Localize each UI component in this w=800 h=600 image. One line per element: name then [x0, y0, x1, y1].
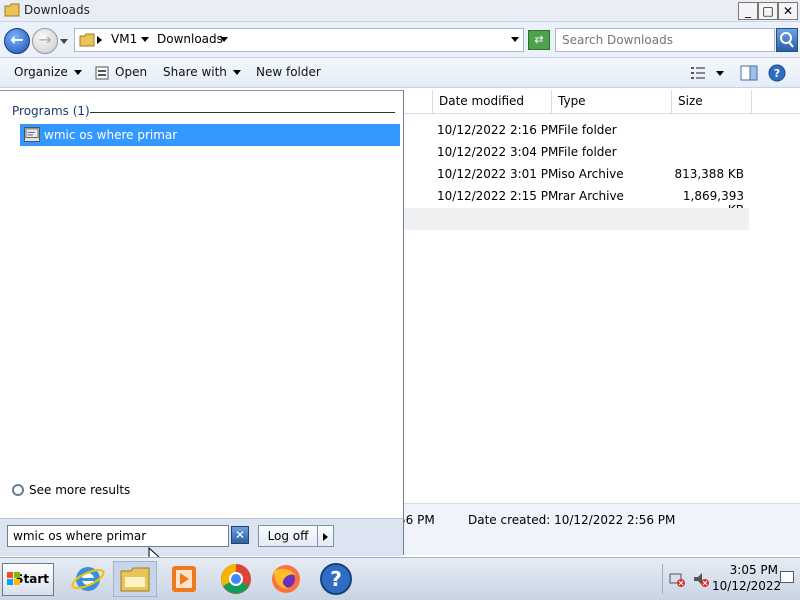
crumb-arrow-icon[interactable] [97, 32, 102, 46]
folder-icon [4, 3, 20, 17]
file-row[interactable]: 10/12/2022 2:16 PM File folder [404, 120, 749, 142]
file-row-faded[interactable] [404, 208, 749, 230]
file-date: 10/12/2022 3:01 PM [437, 167, 559, 181]
see-more-results-link[interactable]: See more results [12, 483, 130, 497]
clear-search-icon[interactable]: ✕ [231, 526, 249, 544]
media-player-icon[interactable] [162, 561, 206, 597]
view-options-icon[interactable] [690, 66, 706, 80]
program-icon [24, 127, 40, 142]
organize-button[interactable]: Organize [14, 65, 82, 79]
start-search-input[interactable] [11, 527, 226, 545]
column-type[interactable]: Type [551, 90, 671, 114]
volume-muted-icon[interactable] [692, 570, 710, 588]
search-input[interactable] [560, 30, 770, 50]
tray-divider [662, 564, 664, 594]
address-box[interactable]: VM1 Downloads [74, 28, 524, 52]
program-result-label: wmic os where primar [44, 128, 178, 142]
breadcrumb-vm1[interactable]: VM1 [111, 32, 137, 46]
chevron-right-icon [323, 533, 328, 541]
start-menu: Programs (1) wmic os where primar See mo… [0, 90, 404, 556]
history-dropdown-icon[interactable] [60, 39, 68, 44]
file-type: iso Archive [558, 167, 624, 181]
network-error-icon[interactable] [668, 570, 686, 588]
show-desktop-button[interactable] [780, 571, 794, 583]
shutdown-options-button[interactable] [318, 525, 334, 547]
details-pane: 56 PM Date created: 10/12/2022 2:56 PM [398, 503, 800, 555]
file-row[interactable]: 10/12/2022 2:15 PM rar Archive 1,869,393… [404, 186, 749, 217]
crumb-dropdown-icon[interactable] [220, 32, 228, 46]
log-off-button[interactable]: Log off [258, 525, 318, 547]
new-folder-button[interactable]: New folder [256, 65, 321, 79]
start-menu-bottom: ✕ Log off [0, 518, 403, 556]
file-type: rar Archive [558, 189, 624, 203]
column-size[interactable]: Size [671, 90, 751, 114]
file-date: 10/12/2022 2:15 PM [437, 189, 559, 203]
open-button[interactable]: Open [115, 65, 147, 79]
programs-divider [90, 112, 395, 113]
maximize-button[interactable]: □ [758, 2, 778, 20]
open-icon [95, 66, 109, 80]
file-row[interactable]: 10/12/2022 3:01 PM iso Archive 813,388 K… [404, 164, 749, 186]
programs-header: Programs (1) [12, 104, 90, 118]
close-button[interactable]: ✕ [778, 2, 798, 20]
preview-pane-icon[interactable] [740, 65, 758, 81]
minimize-button[interactable]: _ [738, 2, 758, 20]
column-extra[interactable] [751, 90, 800, 114]
command-toolbar: Organize Open Share with New folder ? [0, 58, 800, 88]
address-dropdown-icon[interactable] [511, 32, 519, 46]
start-button[interactable]: Start [2, 563, 54, 596]
clock-date: 10/12/2022 [712, 579, 782, 593]
windows-explorer-icon[interactable] [113, 561, 157, 597]
file-size: 813,388 KB [674, 167, 744, 181]
clock-time: 3:05 PM [729, 563, 778, 577]
column-date-modified[interactable]: Date modified [432, 90, 552, 114]
search-icon[interactable] [776, 28, 798, 52]
chrome-icon[interactable] [214, 561, 258, 597]
file-date: 10/12/2022 3:04 PM [437, 145, 559, 159]
search-box[interactable] [555, 28, 775, 52]
clock[interactable]: 3:05 PM 10/12/2022 [712, 562, 782, 594]
column-headers: Date modified Type Size [404, 90, 800, 114]
file-row[interactable]: 10/12/2022 3:04 PM File folder [404, 142, 749, 164]
file-type: File folder [558, 145, 617, 159]
help-icon[interactable]: ? [314, 561, 358, 597]
breadcrumb-downloads[interactable]: Downloads [157, 32, 223, 46]
window-title: Downloads [24, 3, 90, 17]
taskbar: Start ? 3:05 PM 10/12/2022 [0, 557, 800, 600]
crumb-dropdown-icon[interactable] [141, 32, 149, 46]
forward-button[interactable]: → [32, 28, 58, 54]
folder-icon [79, 33, 95, 47]
details-date-created: Date created: 10/12/2022 2:56 PM [468, 513, 676, 527]
search-icon [12, 484, 24, 496]
windows-logo-icon [7, 572, 20, 585]
view-dropdown-icon[interactable] [716, 71, 724, 76]
back-button[interactable]: ← [4, 28, 30, 54]
firefox-icon[interactable] [264, 561, 308, 597]
svg-text:?: ? [774, 67, 780, 80]
program-result-item[interactable]: wmic os where primar [20, 124, 400, 146]
file-date: 10/12/2022 2:16 PM [437, 123, 559, 137]
share-with-button[interactable]: Share with [163, 65, 241, 79]
refresh-icon[interactable]: ⇄ [528, 30, 550, 50]
svg-text:?: ? [330, 567, 342, 591]
address-bar: ← → VM1 Downloads ⇄ [0, 22, 800, 58]
start-search-box[interactable] [7, 525, 229, 547]
window-titlebar: Downloads _ □ ✕ [0, 0, 800, 22]
file-type: File folder [558, 123, 617, 137]
internet-explorer-icon[interactable] [66, 561, 110, 597]
help-icon[interactable]: ? [768, 64, 786, 82]
